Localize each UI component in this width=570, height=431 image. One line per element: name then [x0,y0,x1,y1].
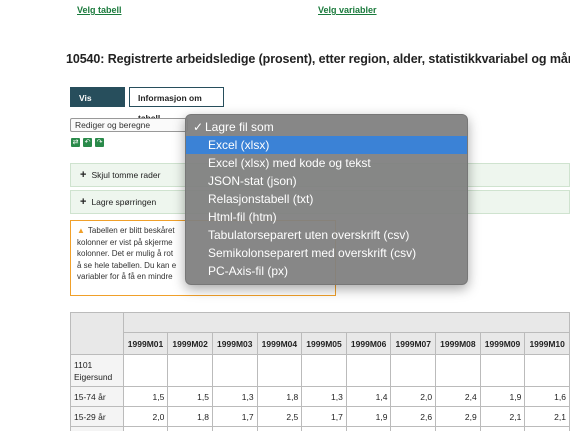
menu-item-tab-separated[interactable]: Tabulatorseparert uten overskrift (csv) [186,226,467,244]
rotate-left-icon[interactable]: ↶ [83,138,92,147]
hide-empty-rows-label: Skjul tomme rader [91,170,161,180]
column-header: 1999M03 [211,332,258,355]
table-cell: 2,1 [479,406,526,427]
table-cell: 1,4 [345,386,392,407]
page-title: 10540: Registrerte arbeidsledige (prosen… [66,52,570,66]
table-cell: 1,5 [122,386,169,407]
table-row: 15-74 år 1,5 1,5 1,3 1,8 1,3 1,4 2,0 2,4… [70,386,570,407]
table-cell: 1,9 [345,406,392,427]
data-table: 1999M01 1999M02 1999M03 1999M04 1999M05 … [70,312,570,431]
column-header: 1999M07 [390,332,437,355]
column-header: 1999M09 [479,332,526,355]
save-file-dropdown[interactable]: ✓ Lagre fil som Excel (xlsx) Excel (xlsx)… [185,114,468,285]
column-header: 1999M01 [122,332,169,355]
pivot-icon[interactable]: ⇄ [71,138,80,147]
save-queries-label: Lagre spørringen [91,197,157,207]
menu-item-excel[interactable]: Excel (xlsx) [186,136,467,154]
column-header: 1999M08 [435,332,481,355]
table-cell: 2,9 [435,406,481,427]
table-cell: 1,3 [301,386,347,407]
table-row: 15-29 år 2,0 1,8 1,7 2,5 1,7 1,9 2,6 2,9… [70,406,570,427]
edit-calculate-select[interactable]: Rediger og beregne [70,118,188,132]
tab-show-table[interactable]: Vis tabell [70,87,125,123]
table-cell: 2,0 [390,386,437,407]
menu-item-json-stat[interactable]: JSON-stat (json) [186,172,467,190]
table-cell: 1,7 [211,406,258,427]
table-cell: 1,9 [479,386,526,407]
table-row: 1101 Eigersund [70,354,570,387]
table-cell: 1,5 [167,386,213,407]
row-label: 15-29 år [70,406,124,427]
table-grid: 1999M01 1999M02 1999M03 1999M04 1999M05 … [70,312,570,431]
column-header: 1999M06 [345,332,392,355]
table-cell: 1,3 [211,386,258,407]
column-header: 1999M05 [301,332,347,355]
menu-header: ✓ Lagre fil som [186,118,467,136]
table-cell: 1,7 [301,406,347,427]
select-variables-link[interactable]: Velg variabler [318,5,377,15]
table-cell: 1,8 [167,406,213,427]
table-cell: 2,1 [524,406,570,427]
table-cell: 2,5 [256,406,303,427]
plus-icon: + [80,196,87,208]
region-label: 1101 Eigersund [70,354,124,387]
table-cell: 2,4 [435,386,481,407]
warning-line: Tabellen er blitt beskåret [87,226,175,235]
menu-item-relational-table[interactable]: Relasjonstabell (txt) [186,190,467,208]
menu-item-pc-axis[interactable]: PC-Axis-fil (px) [186,262,467,280]
rotate-right-icon[interactable]: ↷ [95,138,104,147]
check-icon: ✓ [193,120,204,134]
menu-item-excel-code-text[interactable]: Excel (xlsx) med kode og tekst [186,154,467,172]
tab-table-info[interactable]: Informasjon om tabell [129,87,224,123]
plus-icon: + [80,169,87,181]
warning-icon: ▲ [77,226,85,235]
table-row [70,426,570,431]
menu-item-semicolon-separated[interactable]: Semikolonseparert med overskrift (csv) [186,244,467,262]
column-header: 1999M10 [524,332,570,355]
menu-item-html[interactable]: Html-fil (htm) [186,208,467,226]
column-header: 1999M02 [167,332,213,355]
table-cell: 1,8 [256,386,303,407]
column-header: 1999M04 [256,332,303,355]
select-table-link[interactable]: Velg tabell [77,5,122,15]
table-cell: 2,6 [390,406,437,427]
menu-header-label: Lagre fil som [205,120,274,134]
row-label: 15-74 år [70,386,124,407]
table-cell: 1,6 [524,386,570,407]
table-cell: 2,0 [122,406,169,427]
